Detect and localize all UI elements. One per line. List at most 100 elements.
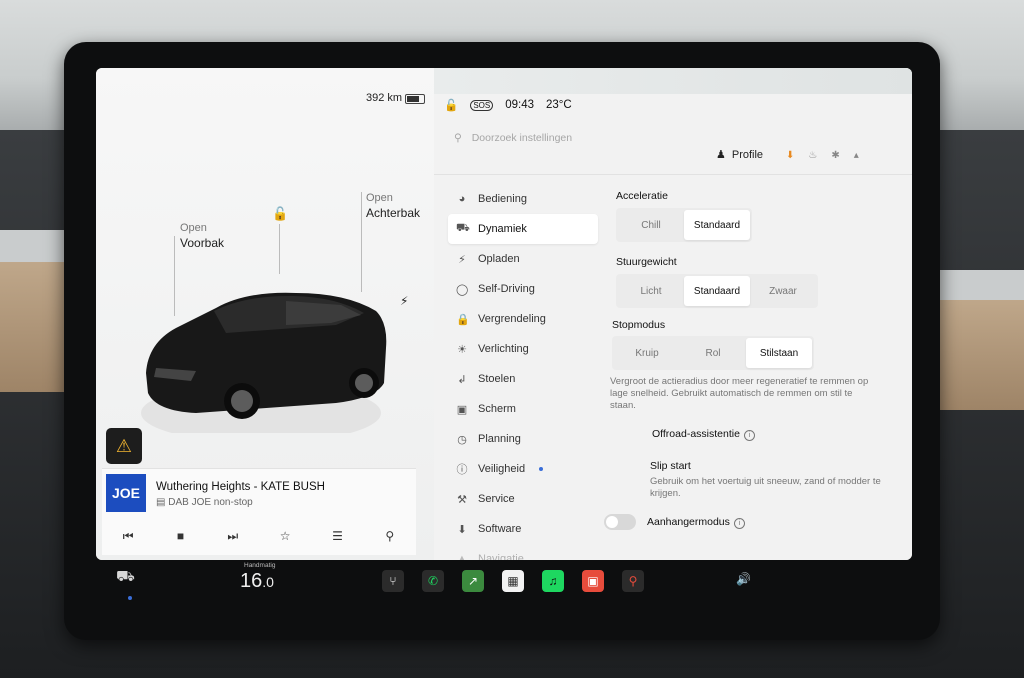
profile-label: Profile	[731, 148, 764, 161]
front-trunk-state: Open	[180, 222, 207, 234]
lock-icon: 🔒	[456, 313, 470, 326]
menu-item-service[interactable]: ⚒ Service	[448, 484, 598, 514]
car-panel: 392 km Open Voorbak Open Achterbak 🔓 ⚡ ⚠…	[96, 68, 434, 560]
unlock-icon[interactable]: 🔓	[272, 206, 288, 222]
notification-dot	[539, 467, 544, 471]
lock-status-icon: 🔓	[444, 100, 459, 112]
info-circle-icon: ⓘ	[456, 464, 468, 476]
front-trunk-button[interactable]: Open Voorbak	[180, 222, 224, 250]
menu-item-verlichting[interactable]: ☀ Verlichting	[448, 334, 598, 364]
status-bar: 🔓 SOS 09:43 23°C	[444, 98, 572, 112]
car-controls-icon[interactable]: ⛟	[116, 568, 135, 587]
download-update-icon[interactable]: ⬇	[786, 150, 794, 161]
menu-item-scherm[interactable]: ▣ Scherm	[448, 394, 598, 424]
offroad-assist-label: Offroad-assistentie	[652, 428, 740, 440]
stop-mode-option-kruip[interactable]: Kruip	[614, 338, 680, 368]
screen-icon: ▣	[456, 403, 468, 416]
menu-item-label: Verlichting	[478, 343, 529, 355]
touchscreen: 392 km Open Voorbak Open Achterbak 🔓 ⚡ ⚠…	[96, 68, 912, 560]
menu-item-opladen[interactable]: ⚡ Opladen	[448, 244, 598, 274]
menu-item-label: Self-Driving	[478, 283, 535, 295]
menu-item-label: Dynamiek	[478, 223, 527, 235]
info-icon[interactable]: i	[733, 518, 745, 529]
stop-mode-option-stilstaan[interactable]: Stilstaan	[746, 338, 812, 368]
warning-icon[interactable]: ⚠	[106, 428, 142, 464]
bolt-icon: ⚡	[458, 253, 466, 266]
climate-mode: Handmatig	[244, 562, 276, 569]
menu-item-label: Software	[478, 523, 522, 535]
menu-item-veiligheid[interactable]: ⓘ Veiligheid	[448, 454, 598, 484]
user-icon: ♟	[716, 149, 726, 161]
energy-icon[interactable]: ↗	[462, 570, 484, 592]
toggle-icon: ◕	[458, 193, 466, 205]
rear-trunk-button[interactable]: Open Achterbak	[366, 192, 420, 220]
wiper-icon[interactable]: ⑂	[382, 570, 404, 592]
menu-item-label: Veiligheid	[478, 463, 526, 475]
menu-item-label: Service	[478, 493, 515, 505]
menu-item-navigatie[interactable]: ▲ Navigatie	[448, 544, 598, 560]
previous-track-icon[interactable]: ⏮	[113, 529, 143, 544]
toybox-icon[interactable]: ▣	[582, 570, 604, 592]
slip-start-description: Gebruik om het voertuig uit sneeuw, zand…	[650, 476, 881, 499]
stop-mode-option-rol[interactable]: Rol	[680, 338, 746, 368]
calendar-icon[interactable]: ▦	[502, 570, 524, 592]
steering-option-zwaar[interactable]: Zwaar	[750, 276, 816, 306]
front-trunk-label: Voorbak	[180, 236, 225, 250]
menu-item-label: Vergrendeling	[478, 313, 546, 325]
station-logo: JOE	[106, 474, 146, 512]
steering-option-standaard[interactable]: Standaard	[684, 276, 750, 306]
bluetooth-icon[interactable]: ✱	[831, 150, 839, 161]
search-input[interactable]: Doorzoek instellingen	[472, 132, 572, 144]
trailer-mode-toggle[interactable]	[604, 514, 636, 530]
settings-search[interactable]: ⚲ Doorzoek instellingen	[454, 132, 572, 144]
slip-start-label[interactable]: Slip start	[650, 460, 691, 472]
menu-item-planning[interactable]: ◷ Planning	[448, 424, 598, 454]
joystick-icon[interactable]: ⚲	[622, 570, 644, 592]
stop-mode-title: Stopmodus	[612, 319, 666, 331]
menu-item-bediening[interactable]: ◕ Bediening	[448, 184, 598, 214]
steering-option-licht[interactable]: Licht	[618, 276, 684, 306]
climate-temperature[interactable]: 16.0	[240, 570, 274, 593]
offroad-assist-option[interactable]: Offroad-assistentie i	[652, 428, 755, 441]
search-media-icon[interactable]: ⚲	[375, 529, 405, 543]
menu-item-vergrendeling[interactable]: 🔒 Vergrendeling	[448, 304, 598, 334]
acceleration-option-chill[interactable]: Chill	[618, 210, 684, 240]
car-icon: ⛟	[456, 222, 470, 234]
menu-item-label: Opladen	[478, 253, 520, 265]
clock: 09:43	[505, 99, 535, 111]
spotify-icon[interactable]: ♫	[542, 570, 564, 592]
acceleration-option-standaard[interactable]: Standaard	[684, 210, 750, 240]
menu-item-software[interactable]: ⬇ Software	[448, 514, 598, 544]
track-title: Wuthering Heights - KATE BUSH	[156, 481, 325, 493]
stop-icon[interactable]: ■	[165, 529, 195, 543]
settings-menu: ◕ Bediening ⛟ Dynamiek ⚡ Opladen ◯ Self-Driving…	[448, 184, 598, 560]
phone-icon[interactable]: ✆	[422, 570, 444, 592]
charge-port-icon[interactable]: ⚡	[400, 294, 408, 308]
wrench-icon: ⚒	[457, 493, 467, 506]
acceleration-selector: Chill Standaard	[616, 208, 752, 242]
next-track-icon[interactable]: ⏭	[218, 529, 248, 544]
bell-icon[interactable]: ♨	[808, 150, 817, 161]
equalizer-icon[interactable]: ☰	[322, 529, 352, 543]
sos-icon[interactable]: SOS	[470, 99, 494, 111]
favorite-star-icon[interactable]: ☆	[270, 529, 300, 543]
stop-mode-description: Vergroot de actieradius door meer regene…	[610, 376, 869, 411]
car-model-image	[141, 292, 387, 433]
menu-item-label: Bediening	[478, 193, 527, 205]
header-divider	[434, 174, 912, 175]
trailer-mode-label: Aanhangermodus	[647, 516, 730, 528]
info-icon[interactable]: i	[743, 430, 755, 441]
station-name: ▤ DAB JOE non-stop	[156, 497, 253, 508]
menu-item-stoelen[interactable]: ↲ Stoelen	[448, 364, 598, 394]
volume-icon[interactable]: 🔊	[736, 572, 751, 586]
header-status-icons: ⬇ ♨ ✱ ▴	[786, 150, 859, 161]
menu-item-dynamiek[interactable]: ⛟ Dynamiek	[448, 214, 598, 244]
profile-button[interactable]: ♟ Profile	[716, 148, 764, 162]
media-controls: ⏮ ■ ⏭ ☆ ☰ ⚲	[102, 523, 416, 549]
clock-icon: ◷	[457, 433, 467, 446]
temperature-decimal: .0	[262, 574, 274, 590]
active-indicator	[128, 596, 132, 600]
menu-item-label: Stoelen	[478, 373, 516, 385]
menu-item-self-driving[interactable]: ◯ Self-Driving	[448, 274, 598, 304]
outside-temperature: 23°C	[546, 99, 572, 111]
